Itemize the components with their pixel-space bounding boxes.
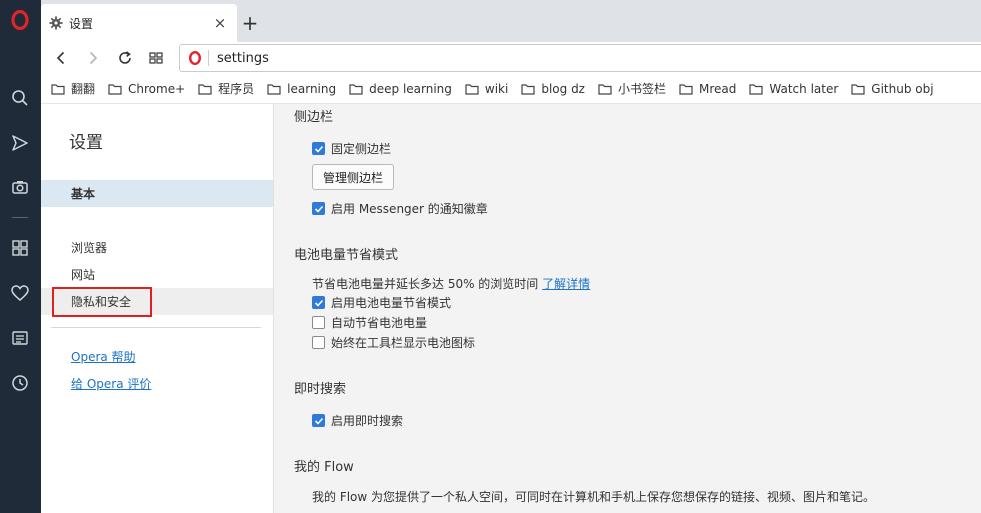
battery-toolbar-checkbox[interactable]	[312, 336, 325, 349]
battery-auto-checkbox[interactable]	[312, 316, 325, 329]
settings-nav: 设置 基本 浏览器 网站 隐私和安全 Opera 帮助 给 Opera 评价	[41, 104, 274, 513]
instant-search-checkbox[interactable]	[312, 414, 325, 427]
address-separator	[208, 50, 209, 66]
section-title-flow: 我的 Flow	[294, 460, 354, 475]
history-icon[interactable]	[8, 371, 32, 395]
folder-icon	[465, 83, 479, 95]
address-bar[interactable]: settings	[179, 44, 981, 72]
section-title-sidebar: 侧边栏	[294, 110, 334, 125]
highlight-box	[52, 287, 152, 317]
page-title: 设置	[69, 133, 103, 153]
nav-divider	[51, 327, 261, 328]
bookmark-folder[interactable]: deep learning	[349, 82, 452, 96]
opera-help-link[interactable]: Opera 帮助	[71, 348, 136, 365]
gear-icon	[49, 16, 63, 30]
folder-icon	[108, 83, 122, 95]
opera-logo-icon[interactable]	[8, 8, 32, 32]
forward-icon[interactable]	[81, 46, 105, 70]
bookmark-folder[interactable]: learning	[267, 82, 336, 96]
battery-toolbar-option[interactable]: 始终在工具栏显示电池图标	[312, 334, 475, 351]
folder-icon	[198, 83, 212, 95]
bookmark-folder[interactable]: 小书签栏	[598, 80, 666, 97]
bookmark-folder[interactable]: Github obj	[851, 82, 934, 96]
reload-icon[interactable]	[113, 46, 137, 70]
messenger-badge-checkbox[interactable]	[312, 202, 325, 215]
nav-item-websites[interactable]: 网站	[41, 261, 273, 288]
battery-enable-option[interactable]: 启用电池电量节省模式	[312, 294, 451, 311]
navigation-bar: settings	[41, 42, 981, 74]
checkmark-icon	[314, 417, 323, 425]
pin-sidebar-checkbox[interactable]	[312, 142, 325, 155]
instant-search-option[interactable]: 启用即时搜索	[312, 412, 403, 429]
search-icon[interactable]	[8, 86, 32, 110]
learn-more-link[interactable]: 了解详情	[542, 277, 590, 291]
battery-auto-option[interactable]: 自动节省电池电量	[312, 314, 427, 331]
close-icon[interactable]: ×	[209, 12, 231, 34]
section-title-instant-search: 即时搜索	[294, 382, 347, 397]
tab-title: 设置	[69, 16, 94, 31]
tab-settings[interactable]: 设置 ×	[41, 4, 237, 42]
folder-icon	[349, 83, 363, 95]
folder-icon	[267, 83, 281, 95]
settings-content: 侧边栏 固定侧边栏 管理侧边栏 启用 Messenger 的通知徽章 电池电量节…	[274, 104, 981, 513]
back-icon[interactable]	[49, 46, 73, 70]
bookmarks-bar: 翻翻 Chrome+ 程序员 learning deep learning wi…	[41, 74, 981, 104]
rate-opera-link[interactable]: 给 Opera 评价	[71, 375, 151, 392]
news-icon[interactable]	[8, 326, 32, 350]
flow-description: 我的 Flow 为您提供了一个私人空间，可同时在计算机和手机上保存您想保存的链接…	[312, 490, 876, 504]
new-tab-button[interactable]: +	[239, 11, 261, 35]
camera-icon[interactable]	[8, 175, 32, 199]
pin-sidebar-option[interactable]: 固定侧边栏	[312, 140, 391, 157]
section-title-battery: 电池电量节省模式	[294, 248, 399, 263]
folder-icon	[521, 83, 535, 95]
speed-dial-icon[interactable]	[8, 236, 32, 260]
messenger-badge-option[interactable]: 启用 Messenger 的通知徽章	[312, 200, 488, 217]
bookmark-folder[interactable]: 翻翻	[51, 80, 95, 97]
bookmark-folder[interactable]: Chrome+	[108, 82, 185, 96]
rail-divider	[12, 217, 28, 218]
bookmark-folder[interactable]: Watch later	[749, 82, 838, 96]
nav-item-browser[interactable]: 浏览器	[41, 234, 273, 261]
tiles-icon[interactable]	[144, 46, 168, 70]
bookmark-folder[interactable]: Mread	[679, 82, 736, 96]
url-text: settings	[217, 50, 269, 66]
tab-strip: 设置 × +	[41, 0, 981, 42]
checkmark-icon	[314, 145, 323, 153]
heart-icon[interactable]	[8, 281, 32, 305]
folder-icon	[749, 83, 763, 95]
bookmark-folder[interactable]: 程序员	[198, 80, 254, 97]
bookmark-folder[interactable]: wiki	[465, 82, 508, 96]
opera-logo-icon	[189, 51, 201, 65]
nav-item-basic[interactable]: 基本	[41, 180, 273, 207]
checkmark-icon	[314, 205, 323, 213]
battery-description: 节省电池电量并延长多达 50% 的浏览时间 了解详情	[312, 277, 591, 291]
checkmark-icon	[314, 299, 323, 307]
folder-icon	[851, 83, 865, 95]
battery-enable-checkbox[interactable]	[312, 296, 325, 309]
manage-sidebar-button[interactable]: 管理侧边栏	[312, 164, 395, 190]
bookmark-folder[interactable]: blog dz	[521, 82, 585, 96]
folder-icon	[598, 83, 612, 95]
folder-icon	[51, 83, 65, 95]
folder-icon	[679, 83, 693, 95]
send-icon[interactable]	[8, 131, 32, 155]
opera-sidebar	[0, 0, 41, 513]
